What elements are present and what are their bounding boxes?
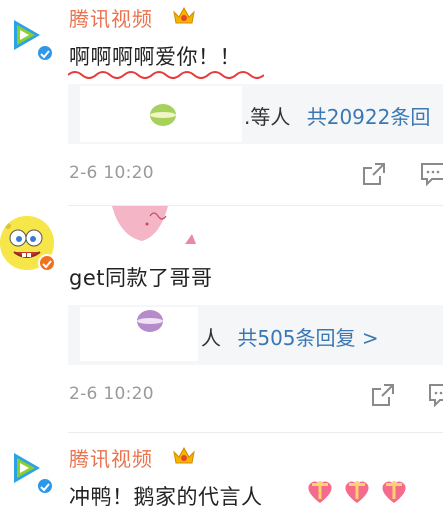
verified-badge-icon [38, 254, 56, 272]
comment-icon[interactable] [428, 382, 443, 408]
crown-icon [173, 446, 195, 464]
wavy-underline [68, 71, 264, 79]
redacted-area [80, 86, 242, 142]
timestamp: 2-6 10:20 [69, 384, 154, 404]
comment-item: 腾讯视频 啊啊啊啊爱你！！ .等人 共20922条回 2-6 10:20 [0, 0, 443, 205]
avatar[interactable] [2, 443, 54, 495]
timestamp: 2-6 10:20 [69, 163, 154, 183]
verified-badge-icon [36, 477, 54, 495]
comment-text: 啊啊啊啊爱你！！ [69, 45, 241, 69]
comment-item: get同款了哥哥 人 共505条回复 > 2-6 10:20 [0, 206, 443, 432]
verified-badge-icon [36, 44, 54, 62]
reply-preview[interactable]: 人 共505条回复 > [68, 305, 443, 365]
share-icon[interactable] [370, 382, 396, 408]
author-name[interactable]: 腾讯视频 [69, 3, 153, 32]
reply-suffix: 人 [201, 326, 221, 350]
author-name[interactable]: 腾讯视频 [69, 443, 153, 472]
reply-suffix: .等人 [244, 105, 291, 129]
comment-icon[interactable] [420, 161, 443, 187]
macaron-sticker-icon [150, 104, 176, 126]
comment-text: get同款了哥哥 [69, 266, 213, 290]
heart-gift-icon [382, 481, 406, 503]
avatar[interactable] [2, 10, 54, 62]
redacted-area [80, 307, 198, 361]
comment-text: 冲鸭！鹅家的代言人 [69, 485, 263, 508]
heart-gift-icon [345, 481, 369, 503]
comment-item: 腾讯视频 冲鸭！鹅家的代言人 [0, 433, 443, 508]
heart-gift-icon [308, 481, 332, 503]
reply-preview[interactable]: .等人 共20922条回 [68, 84, 443, 144]
reply-count-link[interactable]: 共505条回复 > [237, 326, 378, 350]
comment-feed: 腾讯视频 啊啊啊啊爱你！！ .等人 共20922条回 2-6 10:20 get… [0, 0, 443, 508]
macaron-sticker-icon [137, 310, 163, 332]
crown-icon [173, 6, 195, 24]
avatar[interactable] [0, 216, 56, 272]
reply-count-link[interactable]: 共20922条回 [307, 105, 431, 129]
share-icon[interactable] [361, 161, 387, 187]
sticker-fragment [112, 206, 196, 244]
